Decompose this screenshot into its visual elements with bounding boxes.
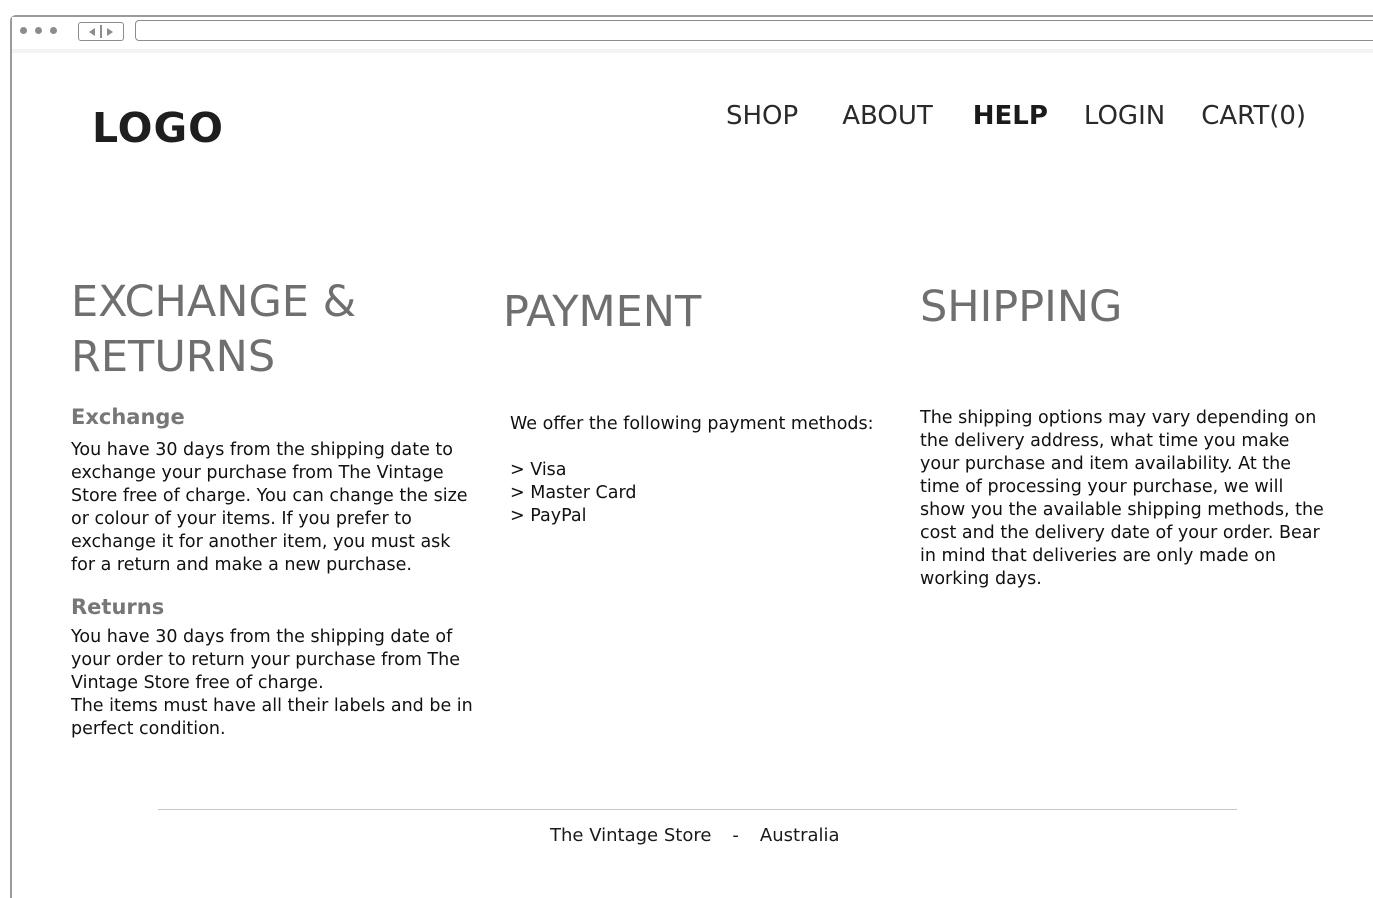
returns-heading: Returns xyxy=(71,595,165,619)
nav-divider xyxy=(100,25,102,38)
browser-nav-buttons xyxy=(78,22,124,41)
maximize-window-icon[interactable] xyxy=(50,27,57,34)
exchange-heading: Exchange xyxy=(71,405,185,429)
exchange-returns-title: EXCHANGE & RETURNS xyxy=(71,277,357,382)
main-nav: SHOP ABOUT HELP LOGIN CART(0) xyxy=(726,101,1306,131)
footer-store-name: The Vintage Store xyxy=(550,825,712,846)
nav-cart-link[interactable]: CART(0) xyxy=(1201,101,1306,131)
footer: The Vintage Store - Australia xyxy=(550,825,840,846)
nav-about-link[interactable]: ABOUT xyxy=(842,101,933,131)
window-controls xyxy=(20,27,57,34)
close-window-icon[interactable] xyxy=(20,27,27,34)
returns-text: You have 30 days from the shipping date … xyxy=(71,626,476,741)
shipping-title: SHIPPING xyxy=(920,282,1123,332)
payment-method-item: > Visa xyxy=(510,460,567,480)
payment-method-item: > Master Card xyxy=(510,483,637,503)
footer-separator: - xyxy=(732,825,739,846)
footer-divider xyxy=(158,809,1237,810)
returns-text-paragraph-1: You have 30 days from the shipping date … xyxy=(71,627,460,693)
forward-arrow-icon[interactable] xyxy=(107,27,114,36)
payment-intro: We offer the following payment methods: xyxy=(510,414,874,434)
toolbar-divider xyxy=(12,49,1373,53)
minimize-window-icon[interactable] xyxy=(35,27,42,34)
back-arrow-icon[interactable] xyxy=(88,27,95,36)
returns-text-paragraph-2: The items must have all their labels and… xyxy=(71,696,473,739)
payment-title: PAYMENT xyxy=(503,287,702,337)
payment-method-item: > PayPal xyxy=(510,506,587,526)
exchange-text: You have 30 days from the shipping date … xyxy=(71,440,468,575)
shipping-text: The shipping options may vary depending … xyxy=(920,408,1324,589)
nav-shop-link[interactable]: SHOP xyxy=(726,101,798,131)
site-logo[interactable]: LOGO xyxy=(92,104,224,152)
browser-toolbar xyxy=(12,17,1373,49)
payment-methods-list: > Visa > Master Card > PayPal xyxy=(510,459,637,528)
nav-login-link[interactable]: LOGIN xyxy=(1084,101,1165,131)
footer-country: Australia xyxy=(759,825,840,846)
nav-help-link[interactable]: HELP xyxy=(973,101,1048,131)
address-bar[interactable] xyxy=(135,20,1373,41)
